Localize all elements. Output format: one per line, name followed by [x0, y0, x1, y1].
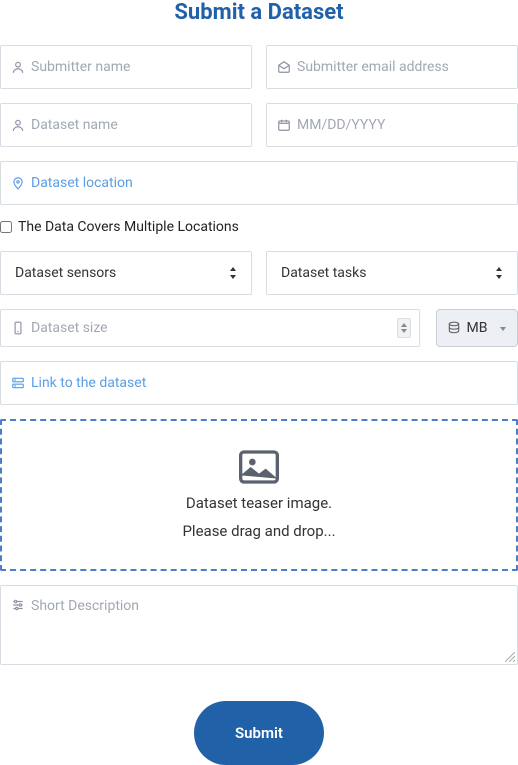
size-input[interactable] [1, 310, 419, 346]
submitter-name-input[interactable] [1, 46, 251, 88]
chevron-down-icon [499, 326, 507, 331]
sensors-select[interactable]: Dataset sensors [0, 251, 252, 295]
tasks-select[interactable]: Dataset tasks [266, 251, 518, 295]
page-title: Submit a Dataset [0, 0, 518, 25]
image-icon [239, 450, 279, 484]
submitter-name-wrap [0, 45, 252, 89]
calendar-icon [277, 118, 291, 132]
submitter-email-wrap [266, 45, 518, 89]
teaser-line1: Dataset teaser image. [186, 494, 332, 512]
location-wrap [0, 161, 518, 205]
link-input[interactable] [1, 362, 517, 404]
submit-button[interactable]: Submit [194, 701, 324, 765]
dataset-name-input[interactable] [1, 104, 251, 146]
size-wrap [0, 309, 420, 347]
date-wrap [266, 103, 518, 147]
date-input[interactable] [267, 104, 517, 146]
link-wrap [0, 361, 518, 405]
teaser-line2: Please drag and drop... [182, 522, 335, 540]
location-input[interactable] [1, 162, 517, 204]
pin-icon [11, 176, 25, 190]
dataset-name-wrap [0, 103, 252, 147]
email-icon [277, 60, 291, 74]
description-wrap [0, 585, 518, 665]
user-icon [11, 118, 25, 132]
multi-location-checkbox[interactable] [0, 221, 12, 233]
multi-location-label: The Data Covers Multiple Locations [18, 219, 239, 235]
caret-icon [495, 267, 503, 279]
tasks-label: Dataset tasks [281, 265, 366, 281]
caret-icon [229, 267, 237, 279]
sliders-icon [11, 598, 25, 612]
unit-label: MB [467, 320, 488, 336]
database-icon [447, 321, 461, 335]
sensors-label: Dataset sensors [15, 265, 116, 281]
submitter-email-input[interactable] [267, 46, 517, 88]
teaser-dropzone[interactable]: Dataset teaser image. Please drag and dr… [0, 419, 518, 571]
server-icon [11, 376, 25, 390]
resize-handle[interactable] [505, 652, 515, 662]
user-icon [11, 60, 25, 74]
number-spinner[interactable] [397, 318, 411, 338]
unit-dropdown[interactable]: MB [436, 309, 518, 347]
multi-location-row: The Data Covers Multiple Locations [0, 219, 518, 235]
phone-icon [11, 321, 25, 335]
description-input[interactable] [1, 586, 517, 664]
